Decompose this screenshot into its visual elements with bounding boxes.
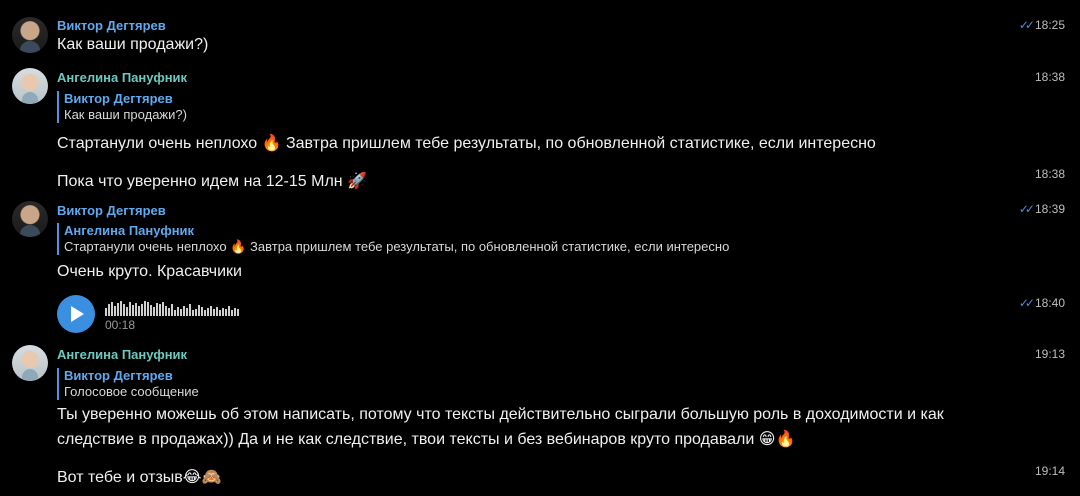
wave-bar bbox=[228, 306, 230, 316]
wave-bar bbox=[105, 308, 107, 316]
sender-name[interactable]: Виктор Дегтярев bbox=[57, 18, 166, 33]
message-text: Пока что уверенно идем на 12-15 Млн 🚀 bbox=[57, 173, 367, 190]
reply-quote[interactable]: Виктор Дегтярев Голосовое сообщение bbox=[57, 368, 199, 400]
voice-duration: 00:18 bbox=[105, 318, 136, 332]
top-cut-text: ... bbox=[120, 0, 133, 3]
wave-bar bbox=[204, 310, 206, 316]
avatar-viktor[interactable] bbox=[12, 17, 48, 53]
wave-bar bbox=[162, 302, 164, 316]
wave-bar bbox=[189, 304, 191, 316]
reply-quote[interactable]: Виктор Дегтярев Как ваши продажи?) bbox=[57, 91, 187, 123]
message-text: Стартанули очень неплохо 🔥 Завтра пришле… bbox=[57, 135, 876, 152]
wave-bar bbox=[135, 303, 137, 316]
wave-bar bbox=[171, 304, 173, 316]
message-text-line1: Ты уверенно можешь об этом написать, пот… bbox=[57, 406, 944, 423]
message-time: 19:13 bbox=[1034, 347, 1065, 361]
double-check-icon: ✓✓ bbox=[1018, 18, 1035, 32]
reply-text: Как ваши продажи?) bbox=[64, 107, 187, 122]
wave-bar bbox=[180, 309, 182, 316]
message-time: 18:38 bbox=[1034, 70, 1065, 84]
wave-bar bbox=[144, 301, 146, 316]
wave-bar bbox=[129, 302, 131, 316]
sender-name[interactable]: Ангелина Пануфник bbox=[57, 70, 187, 85]
wave-bar bbox=[222, 308, 224, 316]
reply-quote[interactable]: Ангелина Пануфник Стартанули очень непло… bbox=[57, 223, 729, 255]
reply-text: Голосовое сообщение bbox=[64, 384, 199, 399]
wave-bar bbox=[234, 308, 236, 316]
message-time: 19:14 bbox=[1034, 464, 1065, 478]
wave-bar bbox=[156, 303, 158, 316]
reply-text: Стартанули очень неплохо 🔥 Завтра пришле… bbox=[64, 239, 730, 254]
message-text: Вот тебе и отзыв😂🙈 bbox=[57, 469, 222, 486]
wave-bar bbox=[138, 306, 140, 316]
wave-bar bbox=[219, 310, 221, 316]
voice-waveform[interactable] bbox=[105, 300, 239, 316]
wave-bar bbox=[201, 307, 203, 316]
avatar-viktor[interactable] bbox=[12, 201, 48, 237]
wave-bar bbox=[126, 307, 128, 316]
message-time: ✓✓ 18:40 bbox=[1018, 296, 1065, 310]
play-icon[interactable] bbox=[57, 295, 95, 333]
wave-bar bbox=[123, 304, 125, 316]
wave-bar bbox=[207, 308, 209, 316]
wave-bar bbox=[183, 306, 185, 316]
wave-bar bbox=[108, 304, 110, 316]
wave-bar bbox=[153, 307, 155, 316]
wave-bar bbox=[174, 310, 176, 316]
wave-bar bbox=[168, 308, 170, 316]
wave-bar bbox=[165, 306, 167, 316]
avatar-angelina[interactable] bbox=[12, 68, 48, 104]
double-check-icon: ✓✓ bbox=[1018, 202, 1035, 216]
wave-bar bbox=[237, 309, 239, 316]
wave-bar bbox=[141, 304, 143, 316]
wave-bar bbox=[117, 303, 119, 316]
message-time: 18:38 bbox=[1034, 167, 1065, 181]
wave-bar bbox=[231, 310, 233, 316]
wave-bar bbox=[225, 309, 227, 316]
wave-bar bbox=[120, 301, 122, 316]
wave-bar bbox=[177, 307, 179, 316]
wave-bar bbox=[114, 306, 116, 316]
reply-name: Виктор Дегтярев bbox=[64, 368, 173, 383]
message-text: Очень круто. Красавчики bbox=[57, 263, 242, 280]
wave-bar bbox=[150, 305, 152, 316]
message-text-line2: следствие в продажах)) Да и не как следс… bbox=[57, 431, 796, 448]
reply-name: Ангелина Пануфник bbox=[64, 223, 195, 238]
wave-bar bbox=[111, 302, 113, 316]
wave-bar bbox=[192, 310, 194, 316]
wave-bar bbox=[198, 305, 200, 316]
wave-bar bbox=[213, 309, 215, 316]
wave-bar bbox=[186, 308, 188, 316]
wave-bar bbox=[210, 306, 212, 316]
wave-bar bbox=[147, 302, 149, 316]
double-check-icon: ✓✓ bbox=[1018, 296, 1035, 310]
sender-name[interactable]: Виктор Дегтярев bbox=[57, 203, 166, 218]
wave-bar bbox=[216, 307, 218, 316]
message-time: ✓✓ 18:39 bbox=[1018, 202, 1065, 216]
message-text: Как ваши продажи?) bbox=[57, 36, 209, 53]
sender-name[interactable]: Ангелина Пануфник bbox=[57, 347, 187, 362]
avatar-angelina[interactable] bbox=[12, 345, 48, 381]
wave-bar bbox=[159, 304, 161, 316]
wave-bar bbox=[132, 305, 134, 316]
reply-name: Виктор Дегтярев bbox=[64, 91, 173, 106]
message-time: ✓✓ 18:25 bbox=[1018, 18, 1065, 32]
wave-bar bbox=[195, 309, 197, 316]
